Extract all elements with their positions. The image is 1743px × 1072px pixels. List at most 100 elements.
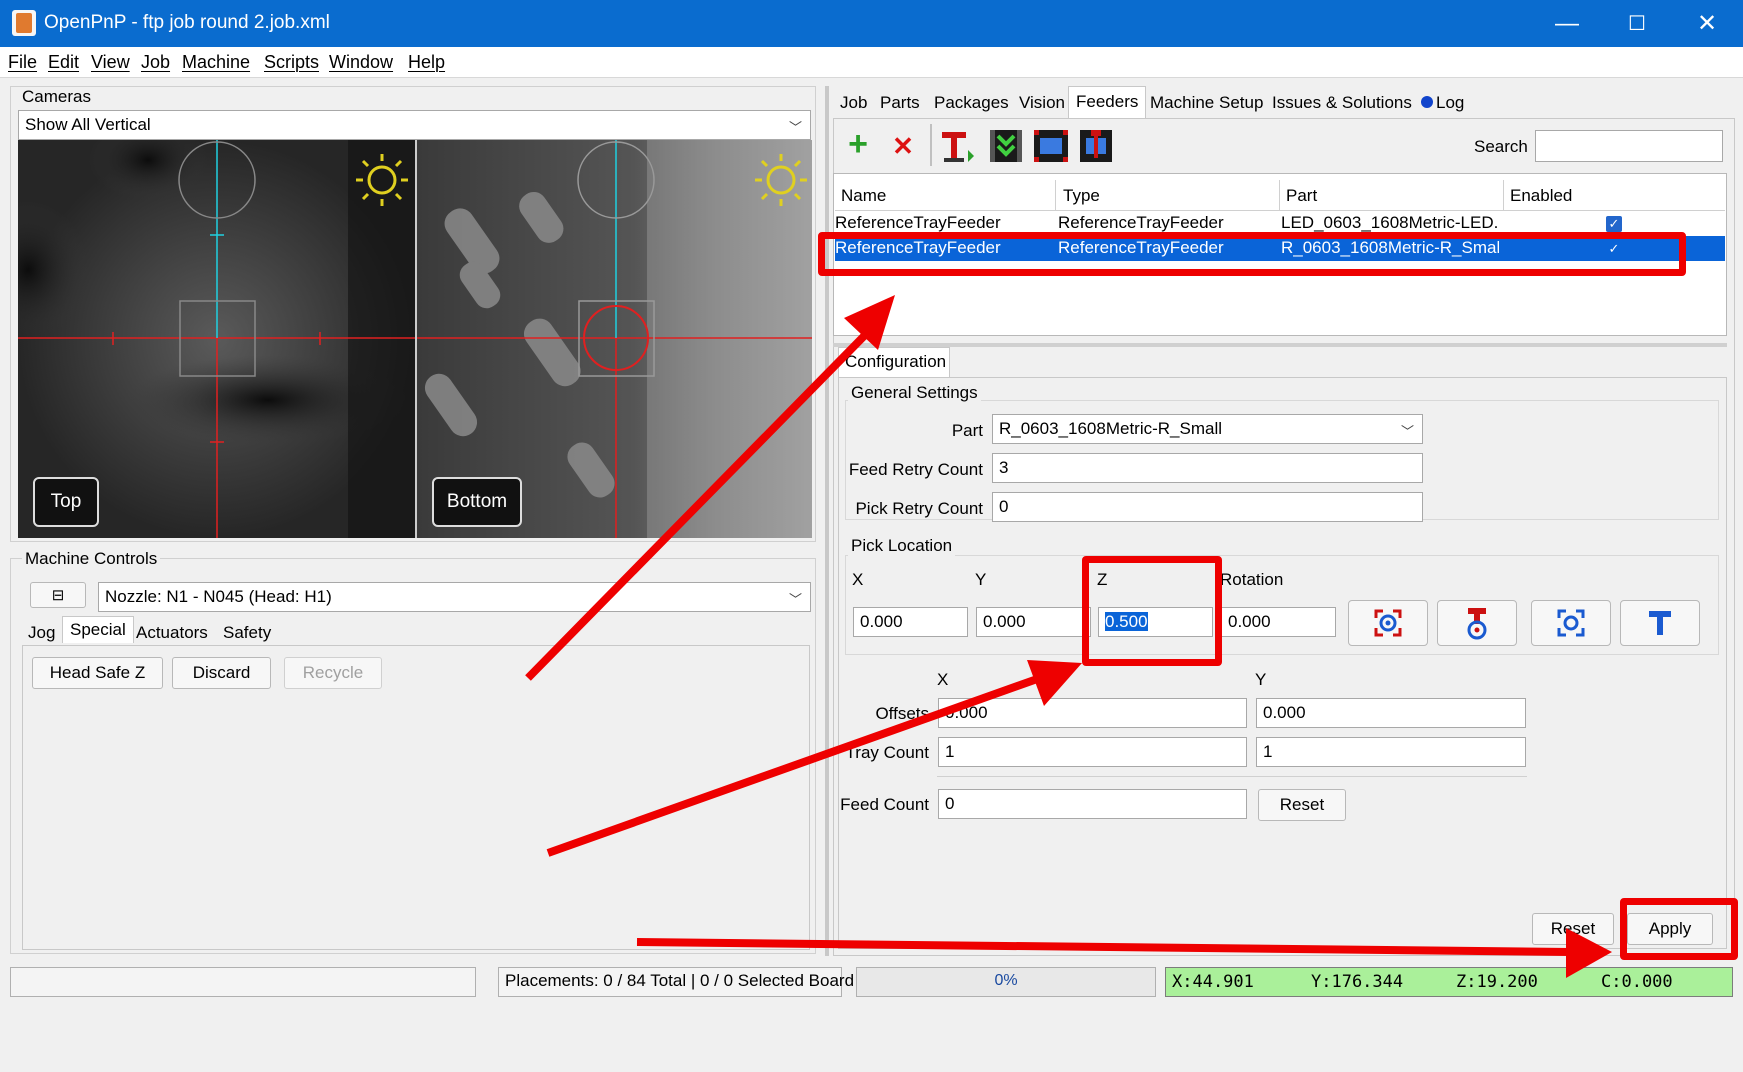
column-part[interactable]: Part xyxy=(1286,186,1317,206)
separator xyxy=(937,776,1527,777)
move-camera-to-location-button[interactable] xyxy=(1531,600,1611,646)
tray-count-y-input[interactable] xyxy=(1256,737,1526,767)
close-button[interactable]: ✕ xyxy=(1672,0,1742,47)
reset-button[interactable]: Reset xyxy=(1532,913,1614,945)
enabled-checkbox[interactable]: ✓ xyxy=(1606,216,1622,232)
move-camera-to-feeder-icon[interactable] xyxy=(1032,128,1070,164)
feeder-name-cell: ReferenceTrayFeeder xyxy=(835,213,1001,232)
table-config-splitter[interactable] xyxy=(833,343,1727,347)
dro-readout: X:44.901 Y:176.344 Z:19.200 C:0.000 xyxy=(1165,967,1733,997)
light-toggle-icon[interactable] xyxy=(354,152,410,208)
capture-tool-location-button[interactable] xyxy=(1437,600,1517,646)
tab-actuators[interactable]: Actuators xyxy=(130,620,214,646)
camera-view-select[interactable]: Show All Vertical ﹀ xyxy=(18,110,811,140)
general-settings-label: General Settings xyxy=(848,383,981,403)
chevron-down-icon: ﹀ xyxy=(1400,424,1414,439)
discard-button[interactable]: Discard xyxy=(172,657,271,689)
collapse-button[interactable]: ⊟ xyxy=(30,582,86,608)
placements-status: Placements: 0 / 84 Total | 0 / 0 Selecte… xyxy=(498,967,854,997)
tab-issues-solutions[interactable]: Issues & Solutions xyxy=(1265,88,1440,118)
bottom-camera-label: Bottom xyxy=(432,477,522,527)
part-label: Part xyxy=(951,421,983,440)
column-divider xyxy=(1055,180,1056,210)
column-divider xyxy=(1503,180,1504,210)
minimize-button[interactable]: — xyxy=(1532,0,1602,47)
pick-feeder-icon[interactable] xyxy=(940,128,976,164)
nozzle-value: Nozzle: N1 - N045 (Head: H1) xyxy=(105,587,332,606)
pick-retry-count-input[interactable] xyxy=(992,492,1423,522)
tab-parts[interactable]: Parts xyxy=(873,88,927,118)
offset-y-input[interactable] xyxy=(1256,698,1526,728)
part-value: R_0603_1608Metric-R_Small xyxy=(999,419,1223,438)
menu-view[interactable]: View xyxy=(91,52,130,73)
head-safe-z-button[interactable]: Head Safe Z xyxy=(32,657,163,689)
annotation-highlight-z-field xyxy=(1082,556,1222,666)
nozzle-move-icon xyxy=(1649,611,1671,635)
tab-special[interactable]: Special xyxy=(62,616,134,643)
capture-camera-location-button[interactable] xyxy=(1348,600,1428,646)
annotation-highlight-selected-row xyxy=(818,232,1686,276)
dro-x: X:44.901 xyxy=(1172,972,1254,992)
column-divider xyxy=(1279,180,1280,210)
feed-retry-count-label: Feed Retry Count xyxy=(848,460,983,479)
tab-packages[interactable]: Packages xyxy=(927,88,1016,118)
move-tool-to-location-button[interactable] xyxy=(1620,600,1700,646)
feeder-type-cell: ReferenceTrayFeeder xyxy=(1058,213,1224,232)
column-enabled[interactable]: Enabled xyxy=(1510,186,1572,206)
offsets-label: Offsets xyxy=(875,704,929,723)
camera-target-icon xyxy=(1374,609,1402,637)
add-feeder-icon[interactable]: + xyxy=(843,127,873,162)
machine-controls-label: Machine Controls xyxy=(22,549,161,569)
tab-jog[interactable]: Jog xyxy=(22,620,61,646)
dro-y: Y:176.344 xyxy=(1311,972,1404,992)
move-tool-to-feeder-icon[interactable] xyxy=(1078,128,1114,164)
recycle-button[interactable]: Recycle xyxy=(284,657,382,689)
tab-safety[interactable]: Safety xyxy=(217,620,277,646)
split-pane-divider[interactable] xyxy=(825,86,829,956)
tab-configuration[interactable]: Configuration xyxy=(838,347,950,377)
cameras-label: Cameras xyxy=(22,87,91,106)
part-select[interactable]: R_0603_1608Metric-R_Small ﹀ xyxy=(992,414,1423,444)
tab-feeders[interactable]: Feeders xyxy=(1068,86,1147,118)
top-camera-label: Top xyxy=(33,477,99,527)
pick-y-input[interactable] xyxy=(976,607,1091,637)
tray-count-x-input[interactable] xyxy=(938,737,1247,767)
reset-feed-count-button[interactable]: Reset xyxy=(1258,789,1346,821)
top-camera-view[interactable]: Top xyxy=(18,140,415,538)
annotation-highlight-apply xyxy=(1620,898,1738,960)
progress-bar: 0% xyxy=(856,967,1156,997)
tab-machine-setup[interactable]: Machine Setup xyxy=(1143,88,1270,118)
column-name[interactable]: Name xyxy=(841,186,886,206)
nozzle-select[interactable]: Nozzle: N1 - N045 (Head: H1) ﹀ xyxy=(98,582,811,612)
menu-help[interactable]: Help xyxy=(408,52,445,73)
feed-count-label: Feed Count xyxy=(840,795,929,814)
feed-feeder-icon[interactable] xyxy=(988,128,1024,164)
bottom-camera-view[interactable]: Bottom xyxy=(415,140,812,538)
maximize-button[interactable]: ☐ xyxy=(1602,0,1672,47)
chevron-down-icon: ﹀ xyxy=(788,592,802,607)
menu-file[interactable]: File xyxy=(8,52,37,73)
feed-retry-count-input[interactable] xyxy=(992,453,1423,483)
menu-scripts[interactable]: Scripts xyxy=(264,52,319,73)
feed-count-input[interactable] xyxy=(938,789,1247,819)
toolbar-separator xyxy=(930,124,932,166)
tab-vision[interactable]: Vision xyxy=(1012,88,1072,118)
feeder-part-cell: LED_0603_1608Metric-LED... xyxy=(1281,213,1499,232)
light-toggle-icon[interactable] xyxy=(753,152,809,208)
tab-log[interactable]: Log xyxy=(1429,88,1471,118)
tab-job[interactable]: Job xyxy=(833,88,874,118)
table-header: Name Type Part Enabled xyxy=(835,180,1725,211)
offset-x-input[interactable] xyxy=(938,698,1247,728)
search-input[interactable] xyxy=(1535,130,1723,162)
pick-rotation-input[interactable] xyxy=(1221,607,1336,637)
pick-x-input[interactable] xyxy=(853,607,968,637)
menu-edit[interactable]: Edit xyxy=(48,52,79,73)
menu-window[interactable]: Window xyxy=(329,52,393,73)
column-type[interactable]: Type xyxy=(1063,186,1100,206)
menu-machine[interactable]: Machine xyxy=(182,52,250,73)
delete-feeder-icon[interactable]: ✕ xyxy=(888,130,918,162)
menu-job[interactable]: Job xyxy=(141,52,170,73)
pick-x-label: X xyxy=(852,570,864,589)
window-title: OpenPnP - ftp job round 2.job.xml xyxy=(44,12,330,33)
camera-move-icon xyxy=(1557,609,1585,637)
